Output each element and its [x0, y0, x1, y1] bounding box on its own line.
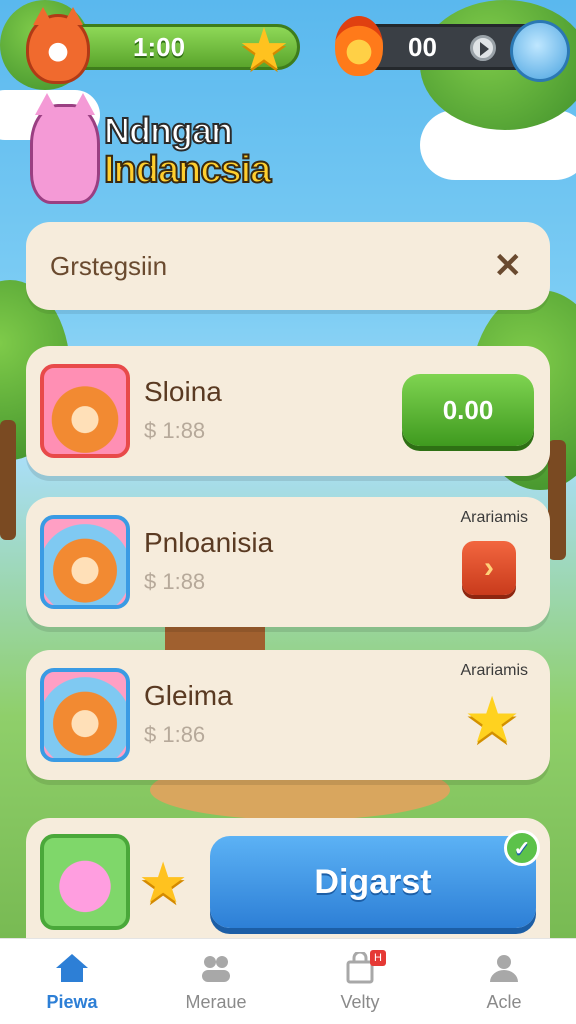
timer-value: 1:00 — [133, 31, 186, 62]
notification-badge: H — [370, 950, 386, 966]
fox-avatar-icon[interactable] — [26, 7, 90, 84]
home-icon — [52, 950, 92, 986]
score-value: 00 — [408, 31, 437, 62]
search-bar[interactable]: Grstegsiin ✕ — [26, 222, 550, 310]
logo-cat-mascot — [30, 93, 100, 204]
item-title: Pnloanisia — [144, 527, 274, 558]
fox-character-thumbnail — [40, 364, 130, 458]
pink-cat-thumbnail — [40, 834, 130, 930]
play-button-label: Digarst — [314, 862, 432, 901]
user-icon — [484, 950, 524, 986]
list-item[interactable]: Arariamis Gleima $ 1:86 ★ — [26, 650, 550, 780]
nav-label: Piеwa — [46, 992, 98, 1012]
close-icon[interactable]: ✕ — [494, 249, 523, 283]
item-price: $ 1:88 — [144, 418, 206, 443]
nav-label: Meraue — [185, 992, 247, 1012]
list-item[interactable]: Arariamis Pnloanisia $ 1:88 › — [26, 497, 550, 627]
item-price: $ 1:86 — [144, 722, 206, 747]
pause-icon[interactable] — [470, 35, 496, 61]
check-icon: ✓ — [504, 830, 540, 866]
fox-character-thumbnail — [40, 668, 130, 762]
flame-icon — [335, 16, 383, 76]
item-title: Sloina — [144, 376, 222, 407]
group-icon — [196, 950, 236, 986]
game-logo: Ndngan Indancsia — [103, 110, 272, 192]
play-button[interactable]: Digarst ✓ — [210, 830, 540, 928]
star-reward-icon[interactable]: ★ — [462, 688, 522, 752]
logo-line1: Ndngan — [103, 110, 234, 151]
nav-item-group[interactable]: Meraue — [156, 950, 276, 1013]
item-price: $ 1:88 — [144, 569, 206, 594]
top-hud: 1:00 ★ 00 — [10, 7, 570, 84]
item-tag: Arariamis — [460, 509, 528, 526]
item-title: Gleima — [144, 680, 233, 711]
search-label: Grstegsiin — [50, 250, 168, 281]
play-panel: ★ Digarst ✓ — [26, 818, 550, 948]
logo-line2: Indancsia — [103, 149, 272, 191]
star-icon: ★ — [238, 17, 290, 82]
bottom-nav: Piеwa Meraue H Velty Acle — [0, 938, 576, 1024]
nav-label: Acle — [486, 992, 522, 1012]
nav-item-profile[interactable]: Acle — [444, 950, 564, 1013]
fox-character-thumbnail — [40, 515, 130, 609]
list-item[interactable]: Sloina $ 1:88 0.00 — [26, 346, 550, 476]
nav-item-shop[interactable]: H Velty — [300, 950, 420, 1013]
buy-button[interactable]: 0.00 — [402, 374, 534, 446]
item-tag: Arariamis — [460, 662, 528, 679]
nav-label: Velty — [340, 992, 380, 1012]
nav-item-home[interactable]: Piеwa — [12, 950, 132, 1013]
star-icon: ★ — [138, 851, 189, 914]
bird-icon[interactable] — [510, 20, 570, 82]
arrow-right-button[interactable]: › — [462, 541, 516, 595]
